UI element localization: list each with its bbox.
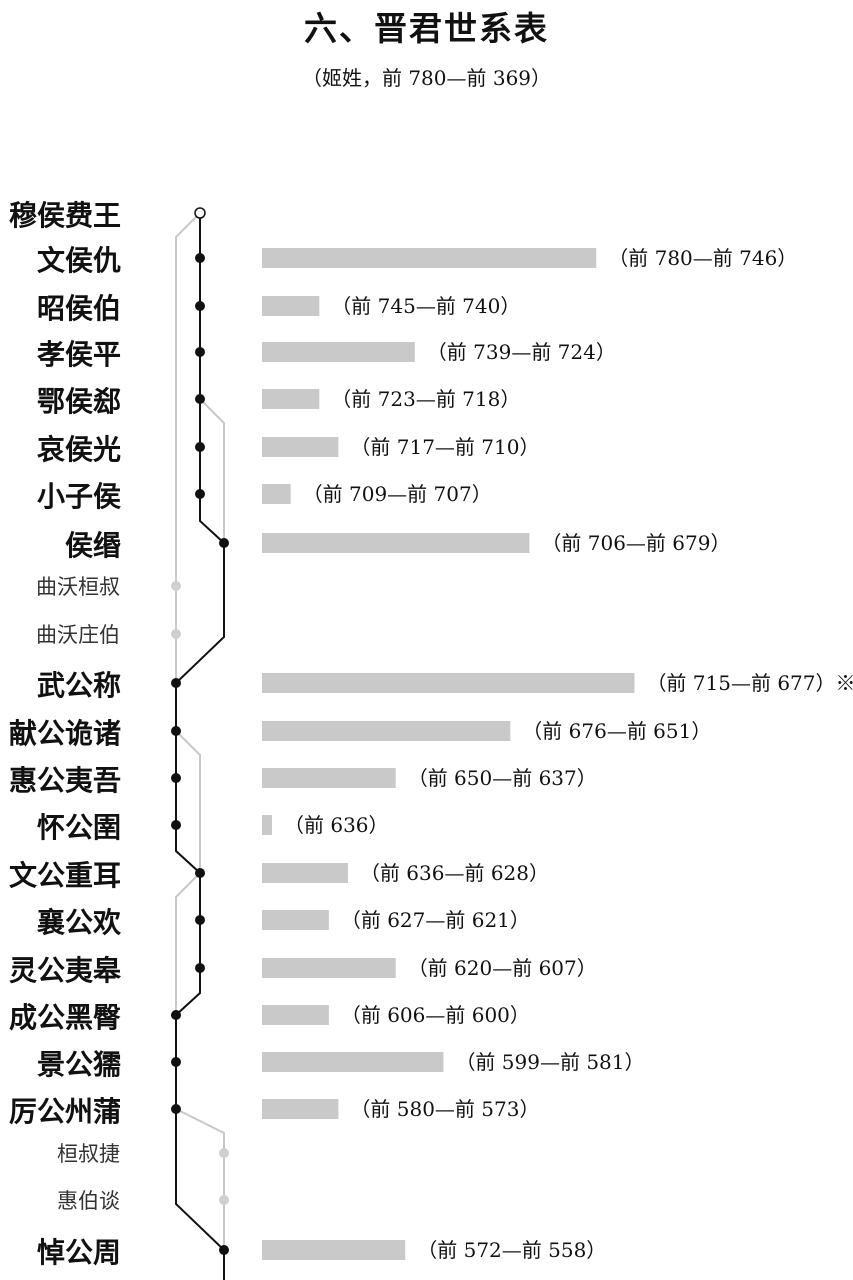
reign-bar bbox=[262, 721, 511, 741]
reign-bar bbox=[262, 533, 530, 553]
ruler-name: 悼公周 bbox=[37, 1236, 121, 1269]
ruler-name: 文侯仇 bbox=[37, 244, 121, 277]
ruler-dot bbox=[171, 678, 181, 688]
ruler-name: 孝侯平 bbox=[37, 338, 121, 371]
ruler-name: 曲沃桓叔 bbox=[36, 575, 120, 599]
reign-label: （前 780—前 746） bbox=[608, 246, 797, 270]
reign-bar bbox=[262, 1099, 339, 1119]
reign-label: （前 650—前 637） bbox=[408, 766, 597, 790]
non-ruler-link bbox=[175, 730, 201, 873]
reign-bar bbox=[262, 815, 272, 835]
ruler-dot bbox=[171, 773, 181, 783]
reign-label: （前 676—前 651） bbox=[522, 719, 711, 743]
reign-label: （前 739—前 724） bbox=[427, 340, 616, 364]
ruler-dot bbox=[195, 868, 205, 878]
ruler-dot bbox=[171, 820, 181, 830]
reign-label: （前 627—前 621） bbox=[341, 908, 530, 932]
gray-dot bbox=[171, 581, 181, 591]
non-ruler-link bbox=[199, 398, 225, 543]
gray-dot bbox=[219, 1195, 229, 1205]
gray-dot bbox=[219, 1148, 229, 1158]
ruler-name: 文公重耳 bbox=[9, 859, 121, 892]
reign-label: （前 706—前 679） bbox=[541, 531, 730, 555]
non-ruler-link bbox=[175, 1108, 225, 1250]
ruler-name: 景公獳 bbox=[37, 1048, 121, 1081]
ruler-dot bbox=[195, 347, 205, 357]
reign-bar bbox=[262, 1052, 444, 1072]
non-ruler-link bbox=[175, 872, 201, 1015]
reign-bar bbox=[262, 1240, 406, 1260]
reign-bar bbox=[262, 910, 329, 930]
reign-bar bbox=[262, 1005, 329, 1025]
ruler-name: 惠公夷吾 bbox=[9, 764, 121, 797]
ruler-name: 哀侯光 bbox=[37, 433, 121, 466]
ruler-name: 灵公夷皋 bbox=[9, 954, 122, 987]
ruler-name: 曲沃庄伯 bbox=[36, 623, 120, 647]
reign-label: （前 580—前 573） bbox=[350, 1097, 539, 1121]
ruler-name: 怀公圉 bbox=[37, 811, 121, 844]
ruler-dot bbox=[195, 489, 205, 499]
ruler-name: 鄂侯郄 bbox=[37, 385, 121, 418]
ruler-name: 昭侯伯 bbox=[37, 292, 121, 325]
reign-bar bbox=[262, 248, 597, 268]
reign-bar bbox=[262, 389, 320, 409]
ruler-name: 侯缗 bbox=[65, 529, 121, 562]
ruler-name: 武公称 bbox=[37, 669, 121, 702]
ruler-name: 桓叔捷 bbox=[57, 1142, 120, 1166]
ruler-dot bbox=[195, 963, 205, 973]
reign-label: （前 636） bbox=[284, 813, 389, 837]
reign-label: （前 723—前 718） bbox=[331, 387, 520, 411]
reign-bar bbox=[262, 484, 291, 504]
reign-label: （前 745—前 740） bbox=[331, 294, 520, 318]
ruler-dot bbox=[171, 1057, 181, 1067]
ruler-dot bbox=[195, 442, 205, 452]
ruler-name: 小子侯 bbox=[37, 480, 121, 513]
ruler-name: 成公黑臀 bbox=[9, 1001, 121, 1034]
reign-bar bbox=[262, 958, 396, 978]
reign-label: （前 636—前 628） bbox=[360, 861, 549, 885]
open-dot bbox=[194, 207, 206, 219]
reign-label: （前 606—前 600） bbox=[341, 1003, 530, 1027]
reign-bar bbox=[262, 768, 396, 788]
ruler-name: 献公诡诸 bbox=[9, 717, 121, 750]
reign-label: （前 709—前 707） bbox=[303, 482, 492, 506]
reign-label: （前 572—前 558） bbox=[417, 1238, 606, 1262]
reign-label: （前 715—前 677）※ bbox=[646, 671, 853, 695]
ruler-dot bbox=[171, 1010, 181, 1020]
reign-bar bbox=[262, 296, 320, 316]
ruler-dot bbox=[219, 538, 229, 548]
reign-label: （前 717—前 710） bbox=[350, 435, 539, 459]
ruler-dot bbox=[171, 1104, 181, 1114]
ruler-name: 襄公欢 bbox=[36, 906, 122, 939]
reign-bar bbox=[262, 863, 348, 883]
ruler-name: 穆侯费王 bbox=[9, 199, 121, 232]
reign-bar bbox=[262, 342, 415, 362]
reign-bar bbox=[262, 673, 635, 693]
ruler-name: 惠伯谈 bbox=[57, 1189, 120, 1213]
ruler-dot bbox=[195, 394, 205, 404]
genealogy-chart: 穆侯费王文侯仇 （前 780—前 746） 昭侯伯 （前 745—前 740） 孝侯平 （… bbox=[9, 199, 853, 1280]
gray-dot bbox=[171, 629, 181, 639]
ruler-dot bbox=[195, 915, 205, 925]
reign-label: （前 620—前 607） bbox=[408, 956, 597, 980]
ruler-dot bbox=[171, 726, 181, 736]
ruler-dot bbox=[195, 253, 205, 263]
ruler-dot bbox=[219, 1245, 229, 1255]
ruler-name: 厉公州蒲 bbox=[9, 1095, 121, 1128]
reign-label: （前 599—前 581） bbox=[455, 1050, 644, 1074]
ruler-dot bbox=[195, 301, 205, 311]
reign-bar bbox=[262, 437, 339, 457]
